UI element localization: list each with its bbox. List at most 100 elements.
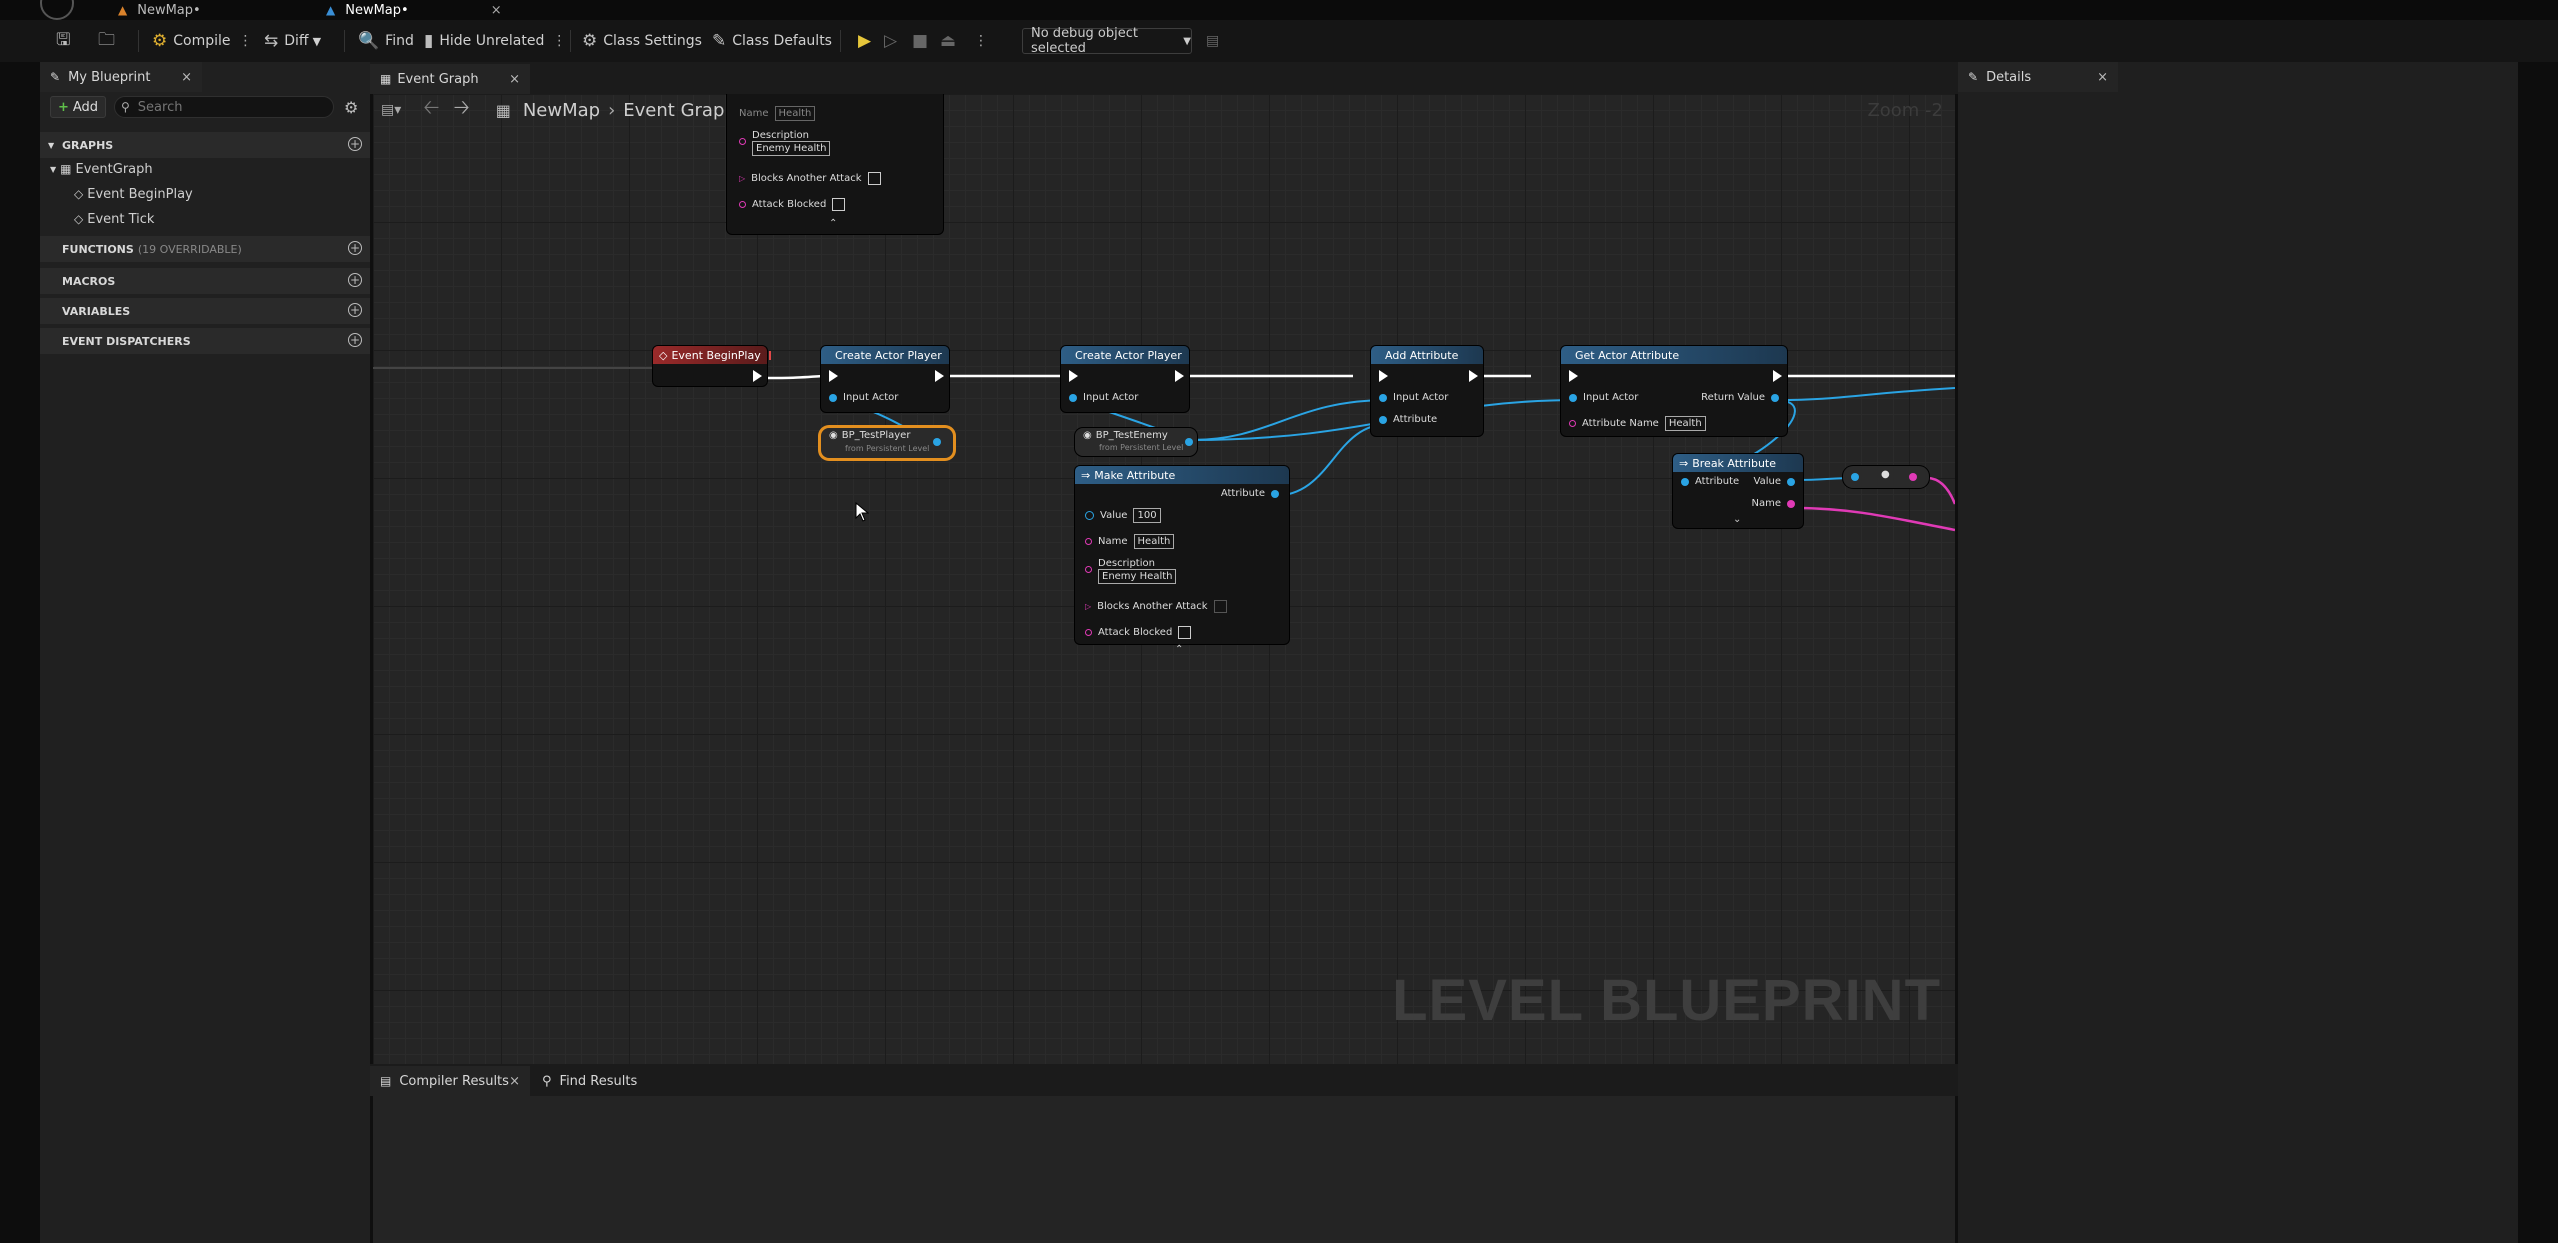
eject-button[interactable]: ⏏ [940, 20, 956, 62]
save-button[interactable]: 🖫 [56, 20, 76, 62]
add-event-dispatcher-icon[interactable]: + [348, 333, 362, 347]
object-pin-icon[interactable] [1569, 393, 1577, 402]
tab-event-graph[interactable]: ▦ Event Graph × [370, 64, 530, 94]
struct-pin-icon[interactable] [1085, 566, 1092, 573]
section-functions[interactable]: FUNCTIONS (19 OVERRIDABLE) + [40, 236, 370, 262]
browse-button[interactable]: 🗀 [98, 20, 121, 62]
pin-circle-icon[interactable] [1085, 511, 1094, 520]
diff-button[interactable]: ⇆ Diff ▼ [264, 20, 321, 62]
object-pin-icon[interactable] [1069, 393, 1077, 402]
section-event-dispatchers[interactable]: EVENT DISPATCHERS + [40, 328, 370, 354]
node-event-beginplay[interactable]: ◇ Event BeginPlay [653, 346, 771, 386]
search-input[interactable] [135, 98, 310, 116]
struct-pin-icon[interactable] [1771, 393, 1779, 402]
exec-in-pin-icon[interactable] [1569, 370, 1578, 382]
attribute-name-field[interactable]: Health [1664, 416, 1706, 431]
play-button[interactable]: ▶ [858, 20, 871, 62]
hide-unrelated-options-icon[interactable]: ⋮ [552, 33, 566, 49]
node-append-partial[interactable]: ● [1843, 466, 1929, 488]
settings-gear-icon[interactable]: ⚙ [344, 98, 358, 117]
node-create-actor-player-2[interactable]: Create Actor Player Input Actor [1061, 346, 1189, 412]
float-pin-icon[interactable] [1851, 473, 1859, 481]
document-tab-newmap-2[interactable]: ▲ NewMap• × [326, 0, 502, 20]
node-make-attribute[interactable]: ⇒ Make Attribute Attribute Value 100 Nam… [1075, 466, 1289, 655]
class-settings-button[interactable]: ⚙ Class Settings [582, 20, 702, 62]
node-bp-testplayer[interactable]: ◉ BP_TestPlayer from Persistent Level [821, 428, 953, 458]
compile-options-icon[interactable]: ⋮ [239, 33, 253, 49]
close-tab-icon[interactable]: × [509, 72, 520, 87]
exec-out-pin-icon[interactable] [1773, 370, 1782, 382]
tab-compiler-results[interactable]: ▤ Compiler Results × [370, 1066, 530, 1096]
play-options-button[interactable]: ⋮ [974, 20, 988, 62]
hide-unrelated-button[interactable]: ▮ Hide Unrelated ⋮ [424, 20, 566, 62]
value-field[interactable]: 100 [1133, 508, 1161, 523]
section-macros[interactable]: MACROS + [40, 268, 370, 294]
attack-blocked-checkbox[interactable] [832, 198, 846, 211]
blocks-checkbox[interactable] [1213, 600, 1227, 613]
compile-button[interactable]: ⚙ Compile ⋮ [152, 20, 253, 62]
tree-item-event-beginplay[interactable]: ◇ Event BeginPlay [74, 183, 193, 205]
step-button[interactable]: ▷ [884, 20, 897, 62]
struct-pin-icon[interactable] [739, 138, 746, 145]
exec-out-pin-icon[interactable] [753, 370, 762, 382]
expand-arrow-icon[interactable]: ⌄ [1733, 514, 1741, 525]
unreal-logo-icon[interactable] [40, 0, 74, 20]
delegate-pin-icon[interactable] [768, 350, 771, 360]
tree-item-event-tick[interactable]: ◇ Event Tick [74, 208, 154, 230]
struct-pin-icon[interactable] [739, 201, 746, 208]
debug-object-select[interactable]: No debug object selected ▼ [1022, 26, 1192, 56]
struct-pin-icon[interactable] [1681, 477, 1689, 486]
add-variable-icon[interactable]: + [348, 303, 362, 317]
name-field[interactable]: Health [1133, 534, 1175, 549]
close-tab-icon[interactable]: × [181, 70, 192, 85]
description-field[interactable]: Enemy Health [752, 141, 831, 156]
class-defaults-button[interactable]: ✎ Class Defaults [712, 20, 832, 62]
add-function-icon[interactable]: + [348, 241, 362, 255]
add-graph-icon[interactable]: + [348, 137, 362, 151]
node-create-actor-player-1[interactable]: Create Actor Player Input Actor [821, 346, 949, 412]
section-graphs[interactable]: ▼ GRAPHS + [40, 132, 370, 158]
exec-in-pin-icon[interactable] [1379, 370, 1388, 382]
document-tab-newmap-1[interactable]: ▲ NewMap• [118, 0, 201, 20]
debug-filter-button[interactable]: ▤ [1206, 20, 1219, 62]
name-pin-icon[interactable] [1787, 499, 1795, 508]
search-field[interactable]: ⚲ [114, 96, 334, 118]
stop-button[interactable]: ■ [912, 20, 928, 62]
collapse-arrow-icon[interactable]: ⌃ [829, 218, 837, 229]
object-pin-icon[interactable] [829, 393, 837, 402]
close-tab-icon[interactable]: × [2097, 70, 2108, 85]
description-field[interactable]: Enemy Health [1098, 569, 1177, 584]
node-break-attribute[interactable]: ⇒ Break Attribute Attribute Value Name ⌄ [1673, 454, 1803, 528]
add-button[interactable]: + Add [50, 96, 106, 118]
tab-find-results[interactable]: ⚲ Find Results [534, 1066, 644, 1096]
struct-pin-icon[interactable] [1085, 629, 1092, 636]
exec-out-pin-icon[interactable] [935, 370, 944, 382]
close-tab-icon[interactable]: × [509, 1074, 520, 1089]
node-add-attribute[interactable]: Add Attribute Input Actor Attribute [1371, 346, 1483, 436]
add-macro-icon[interactable]: + [348, 273, 362, 287]
name-field[interactable]: Health [774, 106, 816, 121]
graph-canvas[interactable]: ▤▾ 🡠 🡢 ▦ NewMap › Event Graph Zoom -2 Na… [373, 94, 1955, 1064]
my-blueprint-tab[interactable]: ✎ My Blueprint × [40, 62, 202, 92]
attack-blocked-checkbox[interactable] [1178, 626, 1192, 639]
collapse-arrow-icon[interactable]: ⌃ [1175, 644, 1183, 655]
object-pin-icon[interactable] [1379, 393, 1387, 402]
string-pin-icon[interactable] [1909, 473, 1917, 481]
close-tab-icon[interactable]: × [491, 3, 502, 18]
node-make-attribute-partial[interactable]: Name Health Description Enemy Health ▷ B… [727, 94, 943, 234]
float-pin-icon[interactable] [1787, 477, 1795, 486]
tab-details[interactable]: ✎ Details × [1958, 62, 2118, 92]
section-variables[interactable]: VARIABLES + [40, 298, 370, 324]
node-get-actor-attribute[interactable]: Get Actor Attribute Input Actor Return V… [1561, 346, 1787, 436]
node-bp-testenemy[interactable]: ◉ BP_TestEnemy from Persistent Level [1075, 428, 1197, 456]
struct-pin-icon[interactable] [1379, 415, 1387, 424]
object-pin-icon[interactable] [933, 438, 941, 446]
exec-in-pin-icon[interactable] [1069, 370, 1078, 382]
exec-in-pin-icon[interactable] [829, 370, 838, 382]
tree-item-eventgraph[interactable]: ▼ ▦ EventGraph [50, 158, 153, 180]
struct-pin-icon[interactable] [1569, 420, 1576, 427]
blocks-checkbox[interactable] [867, 172, 881, 185]
struct-pin-icon[interactable] [1271, 489, 1279, 498]
find-button[interactable]: 🔍 Find [358, 20, 414, 62]
struct-pin-icon[interactable] [1085, 538, 1092, 545]
